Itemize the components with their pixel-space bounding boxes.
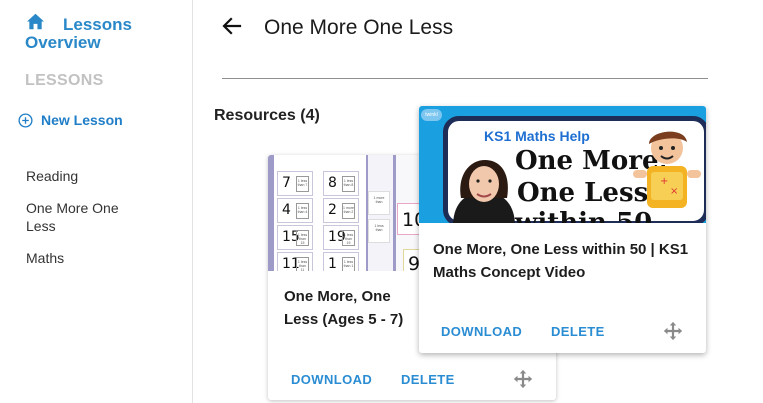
move-arrows-icon[interactable] [662, 320, 684, 342]
cell-mini-label: 1 more than [373, 196, 385, 204]
plus-circle-icon [18, 112, 33, 128]
lessons-overview-label-line2: Overview [25, 33, 101, 52]
sidebar-item-one-more-one-less[interactable]: One More One Less [26, 199, 126, 235]
lessons-section-heading: LESSONS [25, 72, 104, 89]
cell-number: 8 [328, 175, 337, 191]
page-title: One More One Less [264, 16, 454, 39]
delete-button[interactable]: DELETE [551, 324, 605, 339]
worksheet-cell: 8 1 less than 8 [323, 171, 359, 196]
lessons-overview-label-line1: Lessons [63, 15, 132, 34]
cell-mini-label: 1 less than 1 [342, 257, 355, 271]
svg-text:+: + [660, 176, 668, 187]
new-lesson-button[interactable]: New Lesson [18, 112, 123, 128]
back-arrow-icon[interactable] [222, 17, 242, 35]
cell-mini-label: 1 less than 8 [342, 176, 355, 192]
worksheet-cell: 7 1 less than 7 [277, 171, 313, 196]
download-button[interactable]: DOWNLOAD [291, 372, 372, 387]
resource-title[interactable]: One More, One Less (Ages 5 - 7) [284, 285, 420, 331]
presenter-image [453, 160, 515, 223]
cell-number: 4 [282, 202, 291, 218]
cell-mini-label: 1 less than 11 [296, 257, 309, 271]
cell-mini-label: 1 less than 19 [342, 230, 355, 246]
cell-mini-label: 1 less than 15 [296, 230, 309, 246]
twinkl-logo: twinkl [421, 109, 442, 121]
video-heading: KS1 Maths Help [484, 128, 590, 144]
cell-mini-label: 1 less than 7 [296, 176, 309, 192]
cell-number: 7 [282, 175, 291, 191]
resource-title[interactable]: One More, One Less within 50 | KS1 Maths… [433, 238, 695, 284]
worksheet-cell: 1 1 less than 1 [323, 252, 359, 271]
header-divider [222, 78, 708, 79]
resources-heading: Resources (4) [214, 107, 320, 124]
sidebar-item-maths[interactable]: Maths [26, 249, 64, 267]
cell-mini-label: 1 less than [374, 224, 384, 232]
worksheet-cell: 15 1 less than 15 [277, 225, 313, 250]
worksheet-cell: 1 less than [368, 219, 390, 243]
cell-mini-label: 1 less than 4 [296, 203, 309, 219]
delete-button[interactable]: DELETE [401, 372, 455, 387]
svg-text:×: × [670, 186, 678, 197]
new-lesson-label: New Lesson [41, 112, 123, 128]
cell-number: 1 [328, 256, 337, 271]
sidebar: Lessons Overview LESSONS New Lesson Read… [0, 0, 193, 403]
resource-card-video[interactable]: twinkl KS1 Maths Help One More, One Less… [419, 106, 706, 353]
worksheet-cell: 2 1 more than 2 [323, 198, 359, 223]
download-button[interactable]: DOWNLOAD [441, 324, 522, 339]
video-title-line2: One Less [517, 178, 649, 208]
cartoon-character-image: + × [633, 131, 701, 208]
worksheet-cell: 11 1 less than 11 [277, 252, 313, 271]
sidebar-item-reading[interactable]: Reading [26, 167, 78, 185]
home-icon [27, 13, 44, 30]
worksheet-cell: 19 1 less than 19 [323, 225, 359, 250]
move-arrows-icon[interactable] [512, 368, 534, 390]
worksheet-cell: 4 1 less than 4 [277, 198, 313, 223]
worksheet-cell: 1 more than [368, 191, 390, 215]
video-thumbnail: twinkl KS1 Maths Help One More, One Less… [419, 106, 706, 223]
cell-number: 2 [328, 202, 337, 218]
cell-mini-label: 1 more than 2 [342, 203, 355, 219]
